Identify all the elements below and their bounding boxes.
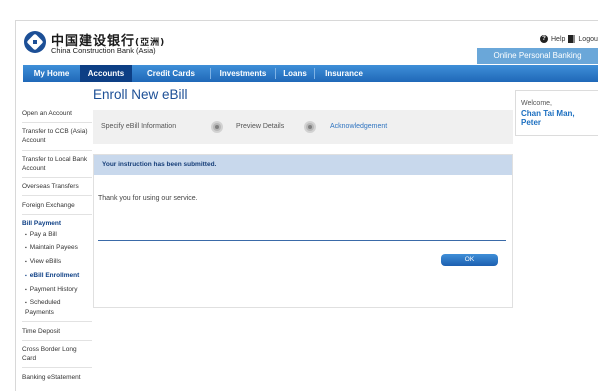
nav-loans[interactable]: Loans <box>276 65 314 82</box>
sidebar-item-cross-border[interactable]: Cross Border Long Card <box>22 345 92 363</box>
nav-investments[interactable]: Investments <box>211 65 275 82</box>
sidebar-item-foreign-exchange[interactable]: Foreign Exchange <box>22 201 92 210</box>
welcome-label: Welcome, <box>521 100 552 107</box>
logout-icon[interactable] <box>568 35 576 43</box>
sidebar-subitem-payment-history[interactable]: Payment History <box>25 285 95 295</box>
thank-you-message: Thank you for using our service. <box>98 195 198 202</box>
step-specify-info: Specify eBill Information <box>101 123 177 130</box>
sidebar-divider <box>22 195 92 196</box>
sidebar-item-estatement[interactable]: Banking eStatement <box>22 373 92 382</box>
nav-credit-cards[interactable]: Credit Cards <box>132 65 210 82</box>
online-banking-tab[interactable]: Online Personal Banking <box>477 48 598 64</box>
step-acknowledgement: Acknowledgement <box>330 123 388 130</box>
content-divider <box>98 240 506 241</box>
sidebar-item-bill-payment[interactable]: Bill Payment <box>22 219 92 228</box>
nav-accounts[interactable]: Accounts <box>80 65 132 82</box>
page-title: Enroll New eBill <box>93 87 188 102</box>
nav-my-home[interactable]: My Home <box>23 65 80 82</box>
step-indicator-icon <box>213 123 221 131</box>
main-navbar: My Home Accounts Credit Cards Investment… <box>23 65 598 82</box>
sidebar-divider <box>22 321 92 322</box>
confirmation-header: Your instruction has been submitted. <box>94 155 512 175</box>
step-preview-details: Preview Details <box>236 123 285 130</box>
sidebar-divider <box>22 214 92 215</box>
ok-button[interactable]: OK <box>441 254 498 266</box>
sidebar-subitem-maintain-payees[interactable]: Maintain Payees <box>25 243 95 253</box>
logout-link[interactable]: Logou <box>578 36 597 43</box>
sidebar-item-transfer-local[interactable]: Transfer to Local Bank Account <box>22 155 92 173</box>
help-icon[interactable]: ? <box>540 35 548 43</box>
sidebar-item-time-deposit[interactable]: Time Deposit <box>22 327 92 336</box>
welcome-user-name: Chan Tai Man, Peter <box>521 109 575 127</box>
sidebar-item-transfer-ccb[interactable]: Transfer to CCB (Asia) Account <box>22 127 92 145</box>
sidebar-subitem-scheduled-payments[interactable]: Scheduled Payments <box>25 298 87 317</box>
bank-logo-icon[interactable] <box>24 31 46 53</box>
sidebar-item-overseas[interactable]: Overseas Transfers <box>22 182 92 191</box>
step-indicator-icon <box>306 123 314 131</box>
sidebar-subitem-view-ebills[interactable]: View eBills <box>25 257 95 267</box>
sidebar-item-open-account[interactable]: Open an Account <box>22 109 92 118</box>
confirmation-panel: Your instruction has been submitted. <box>93 154 513 308</box>
sidebar-subitem-ebill-enrollment[interactable]: eBill Enrollment <box>25 271 95 281</box>
sidebar-divider <box>22 150 92 151</box>
sidebar-divider <box>22 177 92 178</box>
sidebar-divider <box>22 122 92 123</box>
confirmation-header-text: Your instruction has been submitted. <box>102 161 217 168</box>
sidebar-subitem-pay-bill[interactable]: Pay a Bill <box>25 230 95 240</box>
progress-steps: Specify eBill Information Preview Detail… <box>93 110 513 144</box>
sidebar-divider <box>22 367 92 368</box>
top-links: ? Help Logou <box>540 35 598 43</box>
bank-name-english: China Construction Bank (Asia) <box>51 46 156 55</box>
sidebar-divider <box>22 340 92 341</box>
help-link[interactable]: Help <box>551 36 565 43</box>
nav-insurance[interactable]: Insurance <box>315 65 373 82</box>
